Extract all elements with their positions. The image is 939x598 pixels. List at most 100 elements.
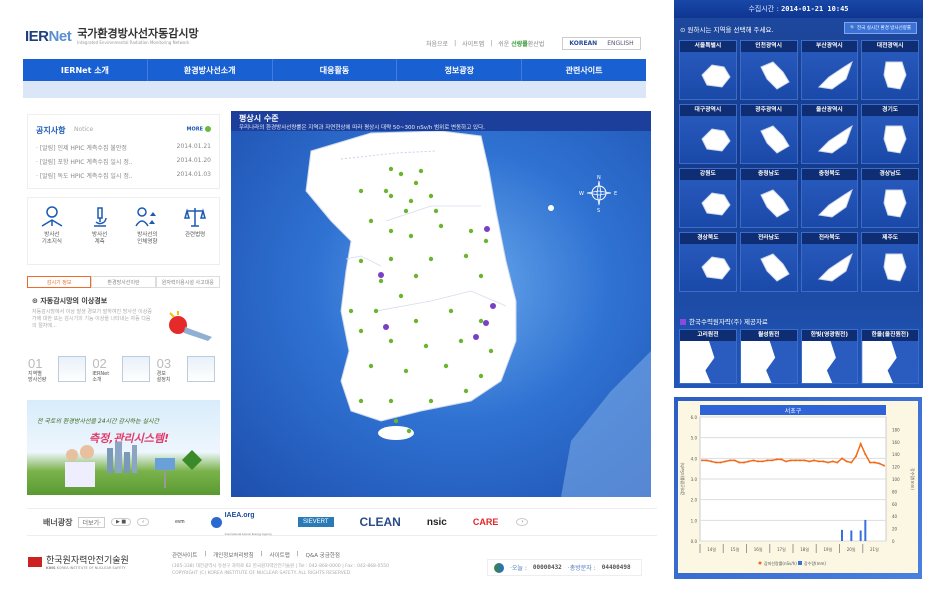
station-marker[interactable] [388,256,394,262]
station-marker[interactable] [428,256,434,262]
region-cell[interactable]: 경상북도 [679,232,737,292]
station-marker[interactable] [408,233,414,239]
banner-prev-button[interactable]: ‹ [137,518,150,526]
partner-clean[interactable]: CLEAN [360,515,401,529]
station-marker[interactable] [478,273,484,279]
tab-accident-response[interactable]: 원자력이용시설 사고대응 [155,276,220,288]
station-marker[interactable] [406,428,412,434]
station-marker[interactable] [448,308,454,314]
lang-korean[interactable]: KOREAN [569,40,597,47]
station-marker[interactable] [358,258,364,264]
station-marker[interactable] [403,368,409,374]
easy-dose-link[interactable]: 쉬운 선량률환산법 [498,39,544,48]
banner-more-button[interactable]: 더보기· [78,516,105,528]
plant-cell[interactable]: 월성원전 [739,329,798,384]
npp-marker[interactable] [483,320,489,326]
plant-cell[interactable]: 한빛(영광원전) [800,329,859,384]
nav-info-plaza[interactable]: 정보광장 [397,59,523,81]
station-marker[interactable] [428,193,434,199]
tab-monitor-info[interactable]: 감시기 정보 [27,276,92,288]
nav-related-sites[interactable]: 관련사이트 [522,59,646,81]
region-cell[interactable]: 강원도 [679,168,737,228]
region-cell[interactable]: 광주광역시 [739,104,798,164]
home-link[interactable]: 처음으로 [426,39,448,48]
region-cell[interactable]: 전라남도 [739,232,798,292]
partner-sievert[interactable]: SIEVERT [297,517,334,527]
station-marker[interactable] [388,338,394,344]
region-cell[interactable]: 인천광역시 [739,40,798,100]
station-marker[interactable] [398,293,404,299]
region-cell[interactable]: 서울특별시 [679,40,737,100]
station-marker[interactable] [413,180,419,186]
station-marker[interactable] [403,208,409,214]
npp-marker[interactable] [484,226,490,232]
banner-next-button[interactable]: › [516,518,529,526]
station-marker[interactable] [438,223,444,229]
npp-marker[interactable] [490,303,496,309]
station-marker[interactable] [463,388,469,394]
station-marker[interactable] [348,308,354,314]
banner-play-pause[interactable]: ▶ ■ [110,518,132,526]
region-cell[interactable]: 경기도 [861,104,919,164]
footer-link-sitemap[interactable]: 사이트맵 [270,551,290,559]
station-marker[interactable] [478,318,484,324]
station-marker[interactable] [463,253,469,259]
station-marker[interactable] [378,278,384,284]
station-marker[interactable] [393,418,399,424]
partner-care[interactable]: CARE [473,517,499,527]
station-marker[interactable] [388,166,394,172]
region-cell[interactable]: 충청남도 [739,168,798,228]
region-cell[interactable]: 경상남도 [861,168,919,228]
nav-response[interactable]: 대응활동 [273,59,398,81]
station-marker[interactable] [483,238,489,244]
nationwide-button[interactable]: 🔍 전국 실시간 환경 방사선량률 [843,22,917,34]
notice-item[interactable]: · [알림] 인제 HPIC 계측수집 불안정 2014.01.21 [36,143,211,152]
npp-marker[interactable] [473,334,479,340]
station-marker[interactable] [398,171,404,177]
station-marker[interactable] [388,228,394,234]
station-marker[interactable] [458,338,464,344]
station-marker[interactable] [388,193,394,199]
station-marker[interactable] [413,273,419,279]
station-marker[interactable] [413,318,419,324]
station-marker[interactable] [423,343,429,349]
plant-cell[interactable]: 한울(울진원전) [861,329,919,384]
quick-link-measurement[interactable]: 방사선 계측 [76,198,124,264]
station-marker[interactable] [358,328,364,334]
site-logo[interactable]: IERNet 국가환경방사선자동감시망 Integrated Environme… [25,28,199,46]
npp-marker[interactable] [383,324,389,330]
footer-link-related[interactable]: 관련사이트 [172,551,197,559]
notice-item[interactable]: · [알림] 포항 HPIC 계측수집 일시 정.. 2014.01.20 [36,157,211,166]
quick-link-basics[interactable]: 방사선 기초지식 [28,198,76,264]
station-marker[interactable] [358,188,364,194]
station-marker[interactable] [488,348,494,354]
npp-marker[interactable] [378,272,384,278]
step-regional-dose[interactable]: 01 지역별 방사선량 [28,356,92,386]
notice-more-button[interactable]: MORE [187,126,211,133]
partner-evm[interactable]: evm [175,519,184,525]
region-cell[interactable]: 충청북도 [800,168,859,228]
nav-iernet-intro[interactable]: IERNet 소개 [23,59,148,81]
step-alarm-levels[interactable]: 03 경보 설정치 [157,356,221,386]
korea-radiation-map[interactable]: N S W E 평상시 수준 우리나라의 환경방사선량률은 지역과 자연현상에 따라 … [231,111,651,497]
partner-iaea[interactable]: IAEA.org International Atomic Energy Agen… [210,504,272,540]
station-marker[interactable] [358,398,364,404]
footer-link-privacy[interactable]: 개인정보처리방침 [213,551,253,559]
step-iernet-intro[interactable]: 02 IERNet 소개 [92,356,156,386]
station-marker[interactable] [418,168,424,174]
station-marker[interactable] [433,208,439,214]
region-cell[interactable]: 제주도 [861,232,919,292]
station-marker[interactable] [478,373,484,379]
footer-link-qna[interactable]: Q&A 궁금한점 [306,551,340,559]
region-cell[interactable]: 대전광역시 [861,40,919,100]
station-marker[interactable] [428,398,434,404]
region-cell[interactable]: 울산광역시 [800,104,859,164]
nav-radiation-intro[interactable]: 환경방사선소개 [148,59,273,81]
station-marker[interactable] [388,398,394,404]
quick-link-laws[interactable]: 관련법령 [171,198,219,264]
sitemap-link[interactable]: 사이트맵 [462,39,484,48]
region-cell[interactable]: 대구광역시 [679,104,737,164]
notice-item[interactable]: · [알림] 독도 HPIC 계측수집 일시 정.. 2014.01.03 [36,171,211,180]
plant-cell[interactable]: 고리원전 [679,329,737,384]
station-marker[interactable] [408,198,414,204]
